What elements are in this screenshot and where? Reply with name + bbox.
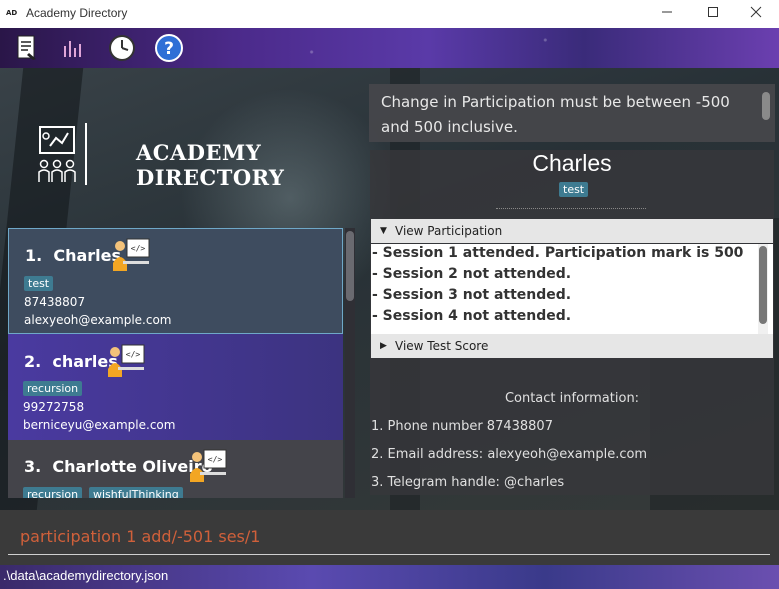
file-button[interactable]: [12, 33, 42, 63]
help-button[interactable]: ?: [154, 33, 184, 63]
history-button[interactable]: [107, 33, 137, 63]
scrollbar-thumb[interactable]: [759, 246, 767, 324]
participation-row: - Session 1 attended. Participation mark…: [372, 245, 744, 261]
contact-title: Contact information:: [504, 391, 640, 406]
student-list-scrollbar[interactable]: [345, 228, 355, 498]
academy-logo: ACADEMY DIRECTORY: [36, 120, 336, 190]
student-email: alexyeoh@example.com: [24, 313, 172, 327]
student-email: berniceyu@example.com: [23, 418, 176, 432]
view-test-score-header[interactable]: ▶ View Test Score: [371, 334, 773, 358]
tag-badge: test: [24, 276, 54, 291]
student-index: 2.: [24, 352, 42, 371]
statistics-button[interactable]: [58, 33, 88, 63]
participation-list: - Session 1 attended. Participation mark…: [371, 244, 773, 334]
help-icon: ?: [155, 34, 183, 62]
participation-scrollbar[interactable]: [758, 244, 768, 334]
logo-text: ACADEMY DIRECTORY: [136, 140, 285, 190]
status-bar: .\data\academydirectory.json: [0, 565, 779, 589]
svg-text:</>: </>: [126, 350, 141, 359]
student-at-desk-icon: </>: [108, 344, 145, 377]
triangle-down-icon: ▼: [380, 226, 387, 236]
toolbar: ?: [0, 28, 779, 68]
svg-text:</>: </>: [131, 244, 146, 253]
result-display: Change in Participation must be between …: [369, 84, 775, 142]
triangle-right-icon: ▶: [380, 341, 387, 351]
save-location: .\data\academydirectory.json: [3, 568, 169, 583]
student-list[interactable]: 1. Charles </> test 87438807 alexyeoh@ex…: [8, 228, 357, 498]
detail-divider: [496, 208, 646, 209]
title-bar: AD Academy Directory: [0, 0, 779, 28]
participation-row: - Session 4 not attended.: [372, 308, 572, 324]
student-card[interactable]: 3. Charlotte Oliveiro </> recursion wish…: [8, 440, 343, 498]
minimize-button[interactable]: [644, 0, 690, 28]
detail-name: Charles: [532, 150, 612, 176]
teacher-board-icon: [38, 126, 76, 182]
document-icon: [17, 35, 36, 60]
student-at-desk-icon: </>: [190, 449, 227, 482]
student-phone: 87438807: [24, 295, 86, 309]
window-title: Academy Directory: [26, 6, 128, 20]
view-participation-label: View Participation: [395, 224, 503, 238]
svg-text:?: ?: [164, 39, 174, 59]
tag-badge: recursion: [23, 487, 83, 498]
student-detail-panel: Charles test ▼ View Participation - Sess…: [370, 150, 774, 495]
command-box[interactable]: participation 1 add/-501 ses/1: [0, 510, 779, 565]
bar-chart-icon: [64, 41, 81, 57]
close-icon: [750, 6, 762, 18]
student-card[interactable]: 2. charles </> recursion 99272758 bernic…: [8, 334, 343, 440]
view-test-score-label: View Test Score: [395, 339, 489, 353]
command-underline: [8, 554, 770, 555]
logo-separator: [85, 123, 87, 185]
tag-badge: recursion: [23, 381, 83, 396]
student-phone: 99272758: [23, 400, 85, 414]
contact-telegram: 3. Telegram handle: @charles: [371, 475, 565, 490]
view-participation-header[interactable]: ▼ View Participation: [371, 219, 773, 243]
minimize-icon: [662, 11, 672, 13]
student-index: 3.: [24, 457, 42, 476]
contact-phone: 1. Phone number 87438807: [371, 419, 553, 434]
close-button[interactable]: [733, 0, 779, 28]
student-index: 1.: [25, 246, 43, 265]
contact-email: 2. Email address: alexyeoh@example.com: [371, 447, 648, 462]
participation-row: - Session 2 not attended.: [372, 266, 572, 282]
app-icon: AD: [6, 9, 18, 17]
scrollbar-thumb[interactable]: [762, 92, 770, 120]
detail-tag-badge: test: [559, 182, 589, 197]
participation-row: - Session 3 not attended.: [372, 287, 572, 303]
svg-text:</>: </>: [208, 455, 223, 464]
scrollbar-thumb[interactable]: [346, 231, 354, 301]
result-scrollbar[interactable]: [761, 88, 771, 138]
student-card[interactable]: 1. Charles </> test 87438807 alexyeoh@ex…: [8, 228, 343, 334]
command-input[interactable]: participation 1 add/-501 ses/1: [20, 527, 260, 546]
student-at-desk-icon: </>: [113, 238, 150, 271]
maximize-button[interactable]: [690, 0, 736, 28]
maximize-icon: [708, 7, 718, 17]
clock-icon: [109, 35, 135, 61]
tag-badge: wishfulThinking: [89, 487, 183, 498]
result-message: Change in Participation must be between …: [381, 93, 730, 136]
